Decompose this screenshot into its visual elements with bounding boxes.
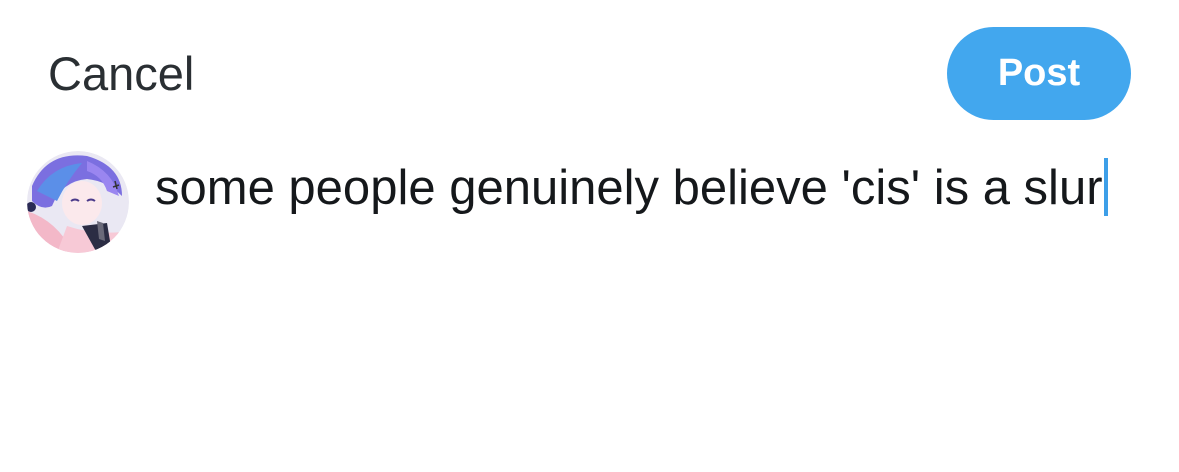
cancel-button[interactable]: Cancel <box>48 44 194 104</box>
post-text-input[interactable]: some people genuinely believe 'cis' is a… <box>155 157 1145 219</box>
post-button[interactable]: Post <box>947 27 1131 120</box>
user-avatar-icon[interactable] <box>27 151 129 253</box>
post-text: some people genuinely believe 'cis' is a… <box>155 161 1103 215</box>
text-caret <box>1103 158 1108 216</box>
